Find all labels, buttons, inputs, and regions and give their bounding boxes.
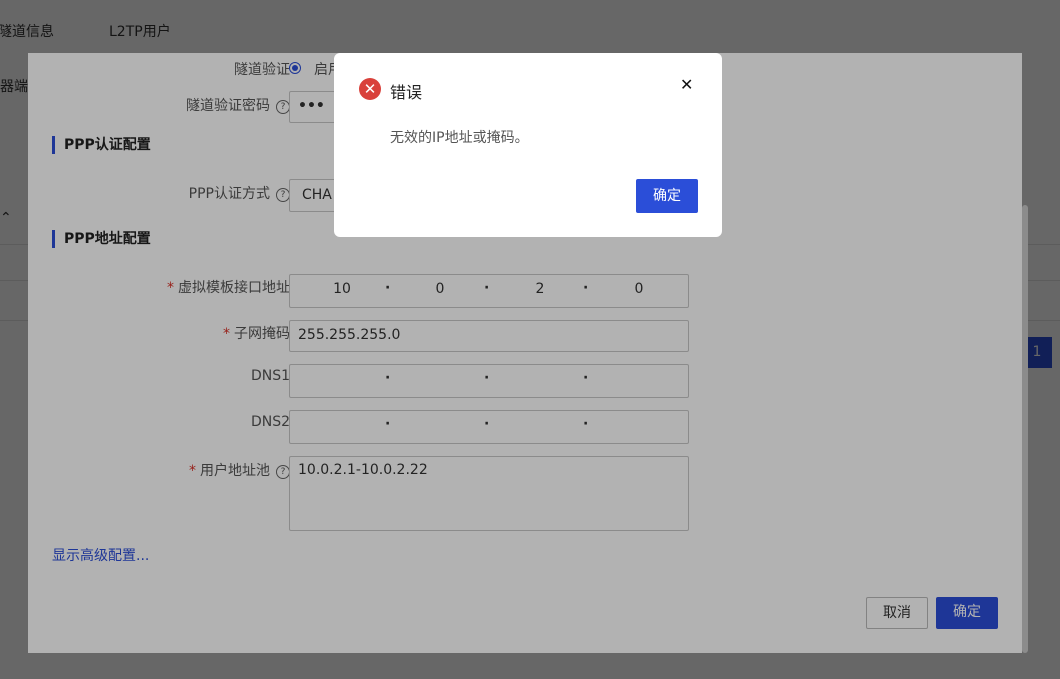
error-dialog-title: 错误 [390, 83, 423, 102]
error-message: 无效的IP地址或掩码。 [390, 130, 529, 146]
error-dialog: ✕ 错误 ✕ 无效的IP地址或掩码。 确定 [334, 53, 722, 237]
close-icon[interactable]: ✕ [680, 75, 693, 94]
error-icon: ✕ [359, 78, 381, 100]
error-ok-button[interactable]: 确定 [636, 179, 698, 213]
